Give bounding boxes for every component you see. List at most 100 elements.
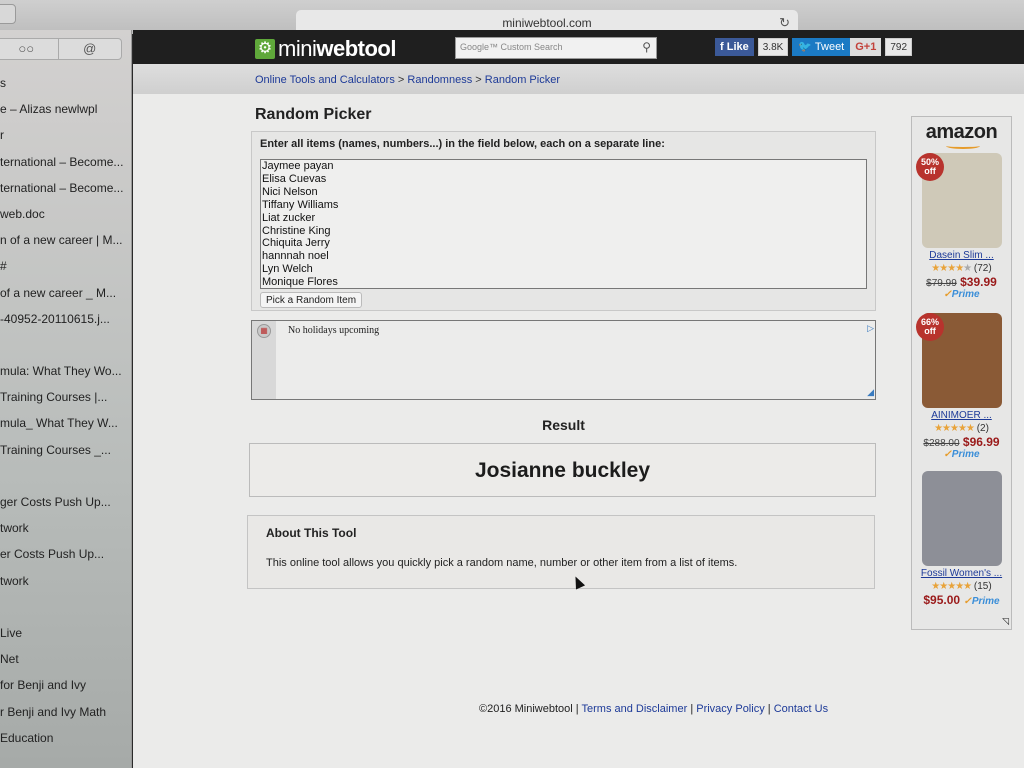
reading-list-item[interactable]: mula_ What They W... bbox=[0, 410, 132, 436]
reading-list-item[interactable]: web.doc bbox=[0, 201, 132, 227]
result-box: Josianne buckley bbox=[249, 443, 876, 497]
site-footer: ©2016 Miniwebtool | Terms and Disclaimer… bbox=[479, 703, 828, 715]
about-text: This online tool allows you quickly pick… bbox=[266, 557, 738, 569]
search-input[interactable]: Google™ Custom Search ⚲ bbox=[455, 37, 657, 59]
product-image[interactable] bbox=[921, 471, 1002, 566]
breadcrumb-link-home[interactable]: Online Tools and Calculators bbox=[255, 74, 395, 86]
sale-price: $95.00 bbox=[923, 593, 961, 607]
old-price: $79.99 bbox=[926, 278, 957, 289]
amazon-ad-panel: amazon 50% off Dasein Slim ... ★★★★★ (72) $… bbox=[911, 116, 1012, 630]
ad-corner-icon[interactable]: ◢ bbox=[867, 387, 874, 398]
discount-badge: 50% off bbox=[916, 153, 944, 181]
web-page: ⚙ miniwebtool Google™ Custom Search ⚲ f … bbox=[133, 30, 1024, 768]
amazon-product[interactable]: 66% off AINIMOER ... ★★★★★ (2) $288.00 $96.… bbox=[912, 313, 1011, 460]
footer-separator: | bbox=[690, 703, 694, 715]
checkmark-icon: ✓ bbox=[963, 596, 972, 607]
tweet-button[interactable]: 🐦 Tweet bbox=[792, 38, 851, 56]
sidebar-tabs: ○○ @ bbox=[0, 38, 122, 60]
review-count: (15) bbox=[973, 581, 992, 592]
copyright-text: ©2016 Miniwebtool bbox=[479, 703, 573, 715]
sale-price: $96.99 bbox=[962, 435, 1000, 449]
amazon-logo[interactable]: amazon bbox=[912, 121, 1011, 144]
site-header: ⚙ miniwebtool Google™ Custom Search ⚲ f … bbox=[133, 30, 1024, 64]
product-name-link[interactable]: Dasein Slim ... bbox=[912, 250, 1011, 261]
terms-link[interactable]: Terms and Disclaimer bbox=[582, 703, 688, 715]
shared-links-icon[interactable]: @ bbox=[57, 39, 122, 59]
reading-list-item[interactable]: Training Courses _... bbox=[0, 437, 132, 463]
reading-list-item[interactable] bbox=[0, 594, 132, 620]
google-plus-count: 792 bbox=[885, 38, 913, 56]
privacy-policy-link[interactable]: Privacy Policy bbox=[696, 703, 764, 715]
breadcrumb-link-random-picker[interactable]: Random Picker bbox=[485, 74, 560, 86]
product-name-link[interactable]: Fossil Women's ... bbox=[912, 568, 1011, 579]
amazon-product[interactable]: 50% off Dasein Slim ... ★★★★★ (72) $79.99 $… bbox=[912, 153, 1011, 300]
reading-list-item[interactable]: n of a new career | M... bbox=[0, 227, 132, 253]
breadcrumb-bar: Online Tools and Calculators > Randomnes… bbox=[133, 64, 1024, 94]
adchoices-icon[interactable]: ◹ bbox=[1002, 616, 1009, 627]
reading-list-item[interactable]: ternational – Become... bbox=[0, 149, 132, 175]
reading-list-item[interactable]: of a new career _ M... bbox=[0, 280, 132, 306]
reading-list-icon[interactable]: ○○ bbox=[0, 39, 58, 59]
url-text: miniwebtool.com bbox=[502, 16, 592, 30]
product-name-link[interactable]: AINIMOER ... bbox=[912, 410, 1011, 421]
sidebar-toggle-button[interactable] bbox=[0, 4, 16, 24]
search-placeholder: Google™ Custom Search bbox=[460, 42, 563, 52]
items-textarea[interactable] bbox=[260, 159, 867, 289]
product-rating: ★★★★★ (72) bbox=[912, 263, 1011, 274]
breadcrumb-link-randomness[interactable]: Randomness bbox=[407, 74, 472, 86]
contact-us-link[interactable]: Contact Us bbox=[774, 703, 828, 715]
reading-list-item[interactable]: ternational – Become... bbox=[0, 175, 132, 201]
reading-list-item[interactable]: twork bbox=[0, 568, 132, 594]
reading-list-item[interactable]: s bbox=[0, 70, 132, 96]
page-title: Random Picker bbox=[255, 106, 372, 123]
prime-badge: ✓Prime bbox=[943, 449, 980, 460]
reading-list-item[interactable]: Education bbox=[0, 725, 132, 751]
reading-list: se – Alizas newlwpl r ternational – Become… bbox=[0, 70, 132, 751]
about-section: About This Tool This online tool allows … bbox=[247, 515, 875, 589]
reading-list-item[interactable]: for Benji and Ivy bbox=[0, 672, 132, 698]
ad-banner[interactable]: ▦ No holidays upcoming ▷ ◢ bbox=[251, 320, 876, 400]
reading-list-item[interactable]: # bbox=[0, 253, 132, 279]
items-label: Enter all items (names, numbers...) in t… bbox=[260, 138, 665, 150]
reading-list-item[interactable]: er Costs Push Up... bbox=[0, 541, 132, 567]
discount-badge: 66% off bbox=[916, 313, 944, 341]
footer-separator: | bbox=[575, 703, 579, 715]
reading-list-item[interactable]: r Benji and Ivy Math bbox=[0, 699, 132, 725]
reading-list-item[interactable]: e – Alizas newlwpl bbox=[0, 96, 132, 122]
product-rating: ★★★★★ (15) bbox=[912, 581, 1011, 592]
breadcrumb-separator: > bbox=[397, 74, 405, 86]
input-form: Enter all items (names, numbers...) in t… bbox=[251, 131, 876, 311]
amazon-product[interactable]: Fossil Women's ... ★★★★★ (15) $95.00 ✓Prim… bbox=[912, 471, 1011, 607]
search-icon[interactable]: ⚲ bbox=[642, 40, 651, 54]
old-price: $288.00 bbox=[923, 438, 960, 449]
star-rating-icon: ★★★★★ bbox=[934, 423, 975, 434]
review-count: (2) bbox=[976, 423, 989, 434]
breadcrumb: Online Tools and Calculators > Randomnes… bbox=[255, 74, 560, 86]
reading-list-item[interactable] bbox=[0, 463, 132, 489]
reading-list-item[interactable]: ger Costs Push Up... bbox=[0, 489, 132, 515]
pick-random-item-button[interactable]: Pick a Random Item bbox=[260, 292, 363, 308]
price-row: $288.00 $96.99 bbox=[912, 435, 1011, 449]
site-logo[interactable]: ⚙ miniwebtool bbox=[255, 36, 396, 62]
browser-toolbar: miniwebtool.com ↻ bbox=[0, 0, 1024, 36]
social-buttons: f Like 3.8K 🐦 Tweet G+1 792 bbox=[715, 38, 913, 56]
about-title: About This Tool bbox=[266, 526, 357, 540]
review-count: (72) bbox=[973, 263, 992, 274]
reading-list-item[interactable]: Live bbox=[0, 620, 132, 646]
google-plus-button[interactable]: G+1 bbox=[850, 38, 882, 56]
checkmark-icon: ✓ bbox=[943, 449, 952, 460]
reading-list-item[interactable]: Training Courses |... bbox=[0, 384, 132, 410]
reading-list-item[interactable]: Net bbox=[0, 646, 132, 672]
reading-list-item[interactable]: twork bbox=[0, 515, 132, 541]
adchoices-icon[interactable]: ▷ bbox=[867, 323, 874, 334]
reading-list-item[interactable]: mula: What They Wo... bbox=[0, 358, 132, 384]
reading-list-item[interactable]: -40952-20110615.j... bbox=[0, 306, 132, 332]
footer-separator: | bbox=[767, 703, 771, 715]
breadcrumb-separator: > bbox=[475, 74, 482, 86]
reading-list-item[interactable]: r bbox=[0, 122, 132, 148]
reading-list-item[interactable] bbox=[0, 332, 132, 358]
star-rating-icon: ★★★★★ bbox=[931, 263, 972, 274]
price-row: $79.99 $39.99 bbox=[912, 275, 1011, 289]
star-rating-icon: ★★★★★ bbox=[931, 581, 972, 592]
facebook-like-button[interactable]: f Like bbox=[715, 38, 754, 56]
